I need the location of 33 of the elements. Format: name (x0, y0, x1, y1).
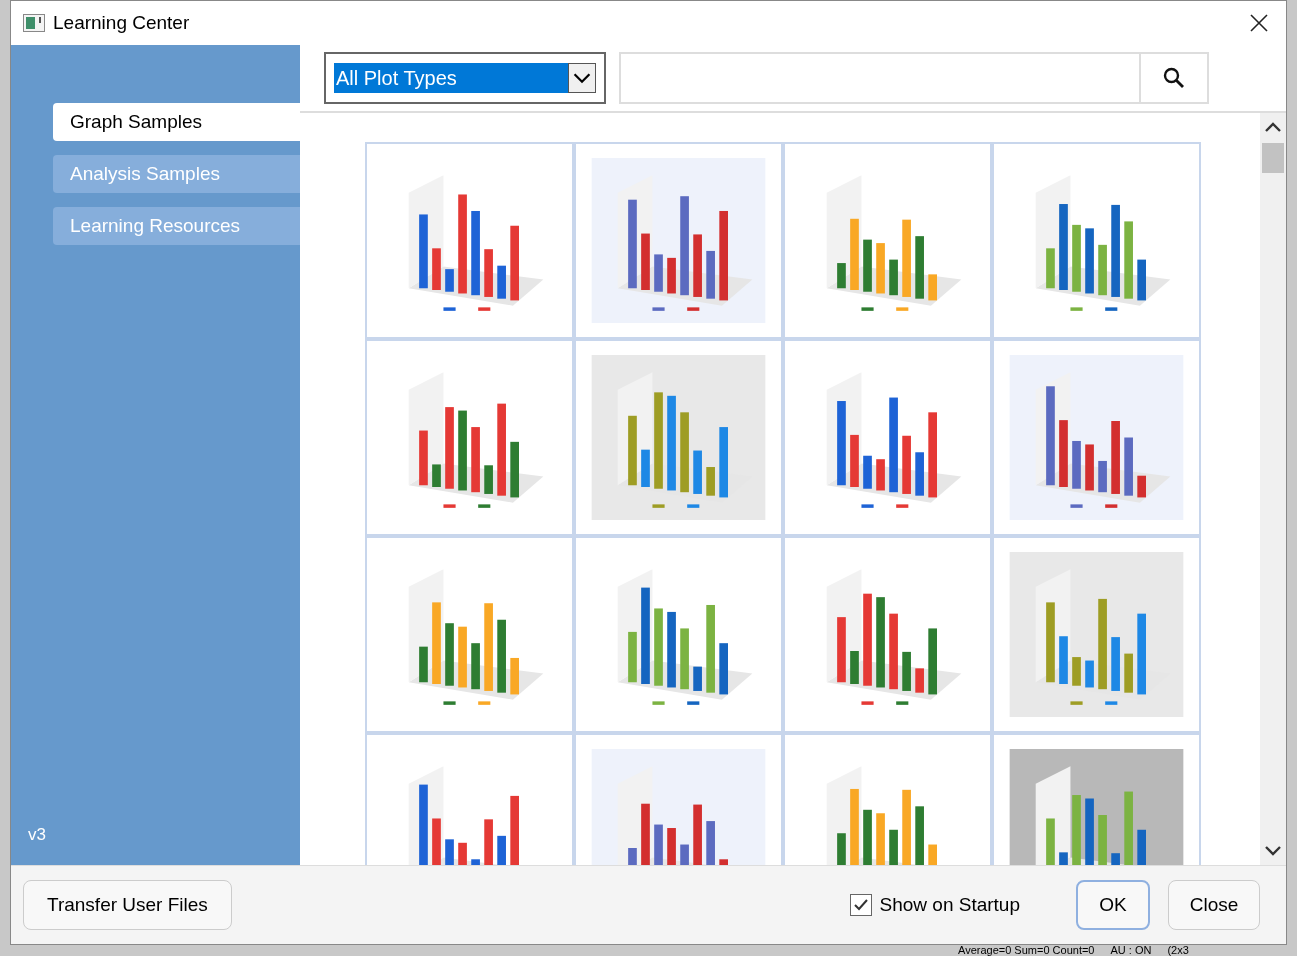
sidebar-item[interactable]: Graph Samples (53, 103, 300, 141)
graph-thumbnail[interactable] (574, 536, 783, 733)
status-text: AU : ON (1110, 945, 1152, 956)
version-label: v3 (28, 823, 47, 846)
graph-thumbnail[interactable] (783, 339, 992, 536)
status-text: Average=0 Sum=0 Count=0 (958, 945, 1095, 956)
chevron-down-icon (1264, 845, 1282, 857)
chevron-down-icon (568, 63, 596, 93)
graph-thumbnail[interactable] (574, 142, 783, 339)
scrollbar[interactable] (1260, 113, 1286, 865)
show-on-startup-checkbox[interactable]: Show on Startup (849, 890, 1020, 920)
search-icon (1163, 67, 1185, 89)
graph-thumbnail[interactable] (992, 536, 1201, 733)
plot-type-dropdown[interactable]: All Plot Types (324, 52, 606, 104)
app-icon (23, 14, 45, 32)
dialog-button[interactable]: OK (1076, 880, 1150, 930)
graph-thumbnail[interactable] (574, 339, 783, 536)
chevron-up-icon (1264, 121, 1282, 133)
graph-thumbnail[interactable] (783, 536, 992, 733)
transfer-button[interactable]: Transfer User Files (23, 880, 232, 930)
checkmark-icon (852, 897, 869, 913)
search-field[interactable] (619, 52, 1209, 104)
graph-thumbnail[interactable] (992, 142, 1201, 339)
dialog-button[interactable]: Close (1168, 880, 1260, 930)
window-title: Learning Center (53, 10, 190, 35)
scrollbar-thumb[interactable] (1262, 143, 1284, 173)
status-text: (2x3 (1167, 945, 1189, 956)
graph-thumbnail[interactable] (992, 339, 1201, 536)
close-icon (1250, 14, 1268, 32)
graph-thumbnail[interactable] (365, 339, 574, 536)
graph-thumbnail[interactable] (365, 142, 574, 339)
graph-thumbnail[interactable] (783, 142, 992, 339)
graph-thumbnail[interactable] (365, 536, 574, 733)
